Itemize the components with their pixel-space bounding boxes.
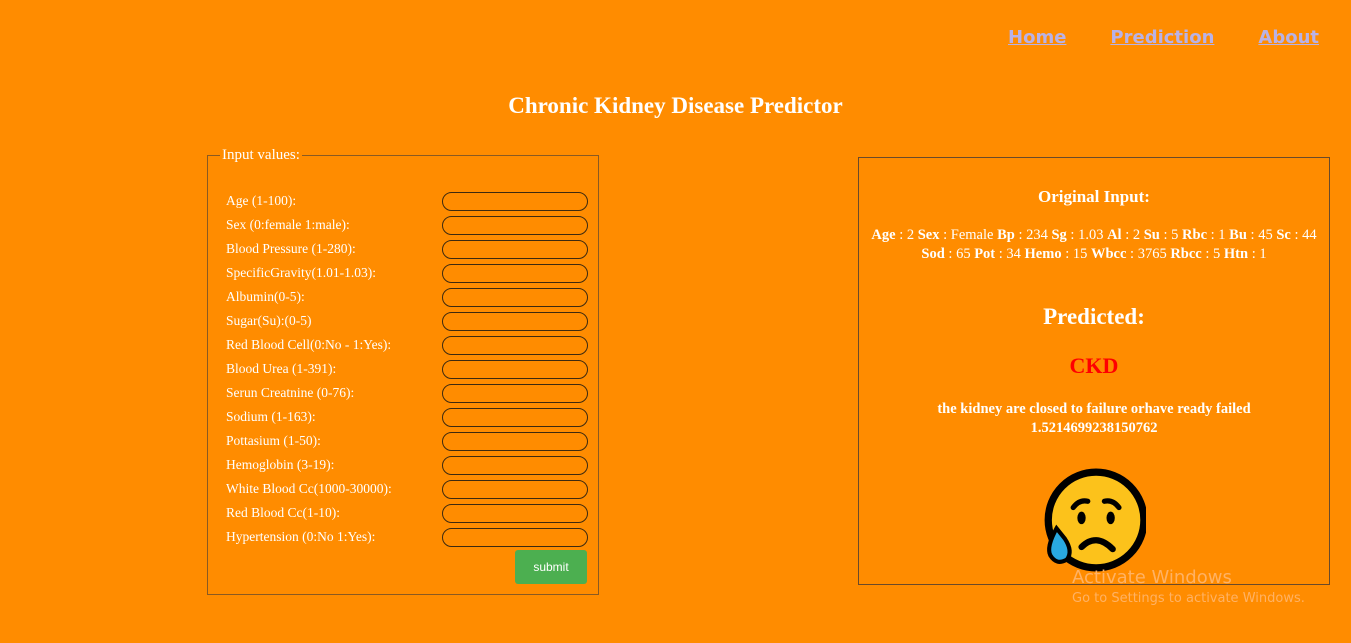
form-legend: Input values:: [222, 147, 300, 163]
potassium-input[interactable]: [442, 431, 588, 451]
field-row-age: Age (1-100):: [226, 190, 588, 212]
input-form: Input values: Age (1-100): Sex (0:female…: [207, 147, 599, 595]
red-blood-cell-label: Red Blood Cell(0:No - 1:Yes):: [226, 337, 392, 352]
hemoglobin-label: Hemoglobin (3-19):: [226, 457, 335, 472]
field-row-hemoglobin: Hemoglobin (3-19):: [226, 454, 588, 476]
field-row-sodium: Sodium (1-163):: [226, 406, 588, 428]
activate-windows-watermark: Activate Windows Go to Settings to activ…: [1072, 568, 1305, 606]
sex-input[interactable]: [442, 215, 588, 235]
field-row-potassium: Pottasium (1-50):: [226, 430, 588, 452]
field-row-red-blood-cell: Red Blood Cell(0:No - 1:Yes):: [226, 334, 588, 356]
blood-pressure-label: Blood Pressure (1-280):: [226, 241, 356, 256]
original-input-heading: Original Input:: [1038, 187, 1150, 206]
blood-urea-input[interactable]: [442, 359, 588, 379]
specific-gravity-label: SpecificGravity(1.01-1.03):: [226, 265, 376, 280]
age-input[interactable]: [442, 191, 588, 211]
watermark-subtitle: Go to Settings to activate Windows.: [1072, 590, 1305, 606]
field-row-hypertension: Hypertension (0:No 1:Yes):: [226, 526, 588, 548]
nav-about-link[interactable]: About: [1258, 27, 1319, 48]
field-row-sugar: Sugar(Su):(0-5): [226, 310, 588, 332]
nav-prediction-link[interactable]: Prediction: [1110, 27, 1214, 48]
prediction-score: 1.5214699238150762: [1030, 420, 1158, 436]
hypertension-input[interactable]: [442, 527, 588, 547]
red-blood-cell-input[interactable]: [442, 335, 588, 355]
serum-creatinine-input[interactable]: [442, 383, 588, 403]
field-row-albumin: Albumin(0-5):: [226, 286, 588, 308]
albumin-input[interactable]: [442, 287, 588, 307]
red-blood-cc-label: Red Blood Cc(1-10):: [226, 505, 340, 520]
original-input-values: Age : 2 Sex : Female Bp : 234 Sg : 1.03 …: [871, 227, 1317, 262]
page-title: Chronic Kidney Disease Predictor: [508, 93, 843, 118]
hypertension-label: Hypertension (0:No 1:Yes):: [226, 529, 376, 544]
field-row-serum-creatinine: Serun Creatnine (0-76):: [226, 382, 588, 404]
watermark-title: Activate Windows: [1072, 567, 1232, 588]
field-row-specific-gravity: SpecificGravity(1.01-1.03):: [226, 262, 588, 284]
field-row-red-blood-cc: Red Blood Cc(1-10):: [226, 502, 588, 524]
potassium-label: Pottasium (1-50):: [226, 433, 321, 448]
blood-pressure-input[interactable]: [442, 239, 588, 259]
blood-urea-label: Blood Urea (1-391):: [226, 361, 337, 376]
white-blood-cc-input[interactable]: [442, 479, 588, 499]
hemoglobin-input[interactable]: [442, 455, 588, 475]
age-label: Age (1-100):: [226, 193, 297, 208]
nav-home-link[interactable]: Home: [1008, 27, 1066, 48]
field-row-blood-pressure: Blood Pressure (1-280):: [226, 238, 588, 260]
sodium-input[interactable]: [442, 407, 588, 427]
predicted-heading: Predicted:: [1043, 304, 1145, 329]
prediction-message: the kidney are closed to failure orhave …: [899, 400, 1289, 438]
specific-gravity-input[interactable]: [442, 263, 588, 283]
prediction-message-text: the kidney are closed to failure orhave …: [937, 401, 1251, 417]
field-row-blood-urea: Blood Urea (1-391):: [226, 358, 588, 380]
top-nav: Home Prediction About: [1008, 27, 1319, 48]
white-blood-cc-label: White Blood Cc(1000-30000):: [226, 481, 392, 496]
submit-button[interactable]: submit: [515, 550, 587, 584]
red-blood-cc-input[interactable]: [442, 503, 588, 523]
albumin-label: Albumin(0-5):: [226, 289, 305, 304]
field-row-sex: Sex (0:female 1:male):: [226, 214, 588, 236]
sad-tear-face-icon: [1044, 468, 1146, 572]
sugar-label: Sugar(Su):(0-5): [226, 313, 312, 328]
sugar-input[interactable]: [442, 311, 588, 331]
sodium-label: Sodium (1-163):: [226, 409, 316, 424]
result-panel: Original Input: Age : 2 Sex : Female Bp …: [858, 157, 1330, 585]
field-row-white-blood-cc: White Blood Cc(1000-30000):: [226, 478, 588, 500]
predicted-value: CKD: [1069, 353, 1119, 378]
serum-creatinine-label: Serun Creatnine (0-76):: [226, 385, 355, 400]
sex-label: Sex (0:female 1:male):: [226, 217, 350, 232]
